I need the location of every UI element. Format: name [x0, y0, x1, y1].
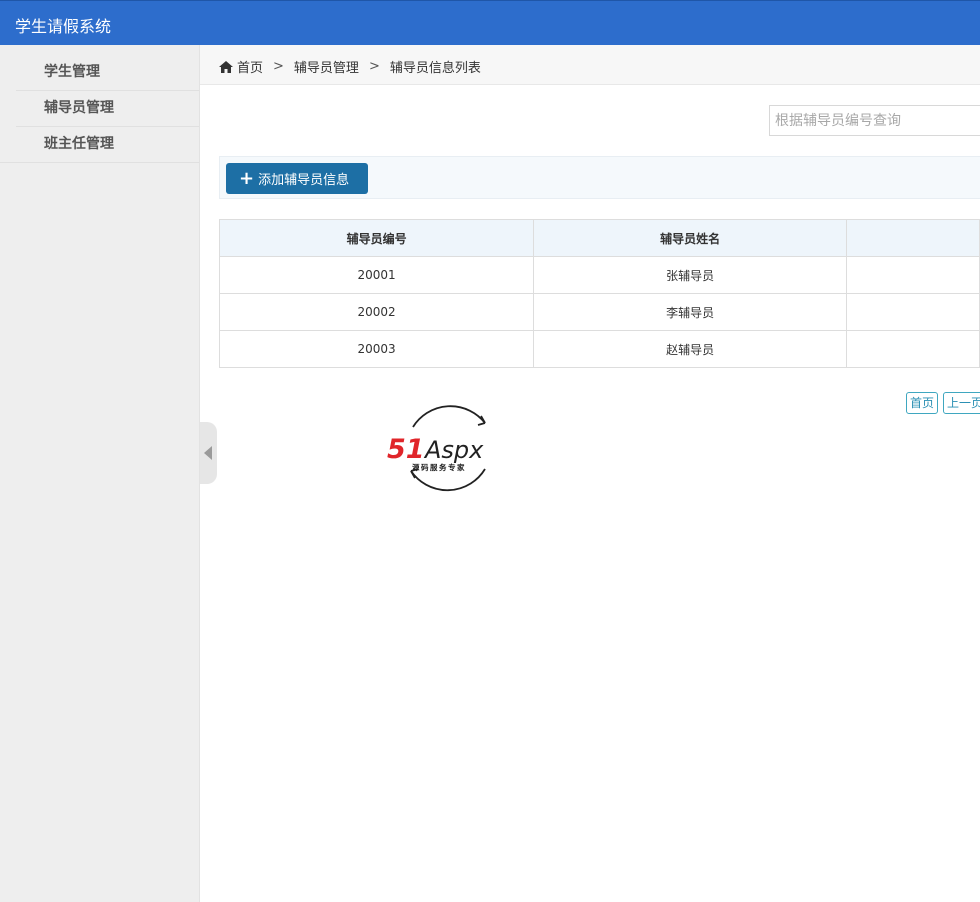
svg-text:源码服务专家: 源码服务专家	[412, 462, 466, 472]
breadcrumb-counselor-management[interactable]: 辅导员管理	[294, 57, 359, 76]
table-row: 20001 张辅导员	[218, 256, 980, 294]
breadcrumb-separator: >	[273, 59, 284, 74]
breadcrumb: 首页 > 辅导员管理 > 辅导员信息列表	[200, 45, 980, 85]
app-title: 学生请假系统	[15, 17, 112, 36]
breadcrumb-current: 辅导员信息列表	[389, 61, 481, 76]
pager-first-button[interactable]: 首页	[906, 392, 939, 414]
home-icon	[219, 60, 233, 73]
cell-actions	[846, 330, 980, 368]
cell-id: 20001	[218, 256, 535, 294]
add-counselor-button[interactable]: + 添加辅导员信息	[226, 163, 368, 194]
sidebar-item-head-teacher[interactable]: 班主任管理	[0, 127, 199, 163]
cell-name: 赵辅导员	[533, 330, 848, 368]
top-header: 学生请假系统	[0, 0, 980, 45]
logo-51aspx: 51 Aspx 源码服务专家	[387, 405, 486, 492]
pager-prev-button[interactable]: 上一页	[943, 392, 980, 414]
cell-id: 20003	[218, 330, 535, 368]
table-row: 20003 赵辅导员	[218, 330, 980, 368]
main-content: 首页 > 辅导员管理 > 辅导员信息列表 + 添加辅导员信息 辅导员编号 辅导员…	[200, 45, 980, 902]
cell-name: 李辅导员	[533, 293, 848, 331]
breadcrumb-separator: >	[368, 59, 380, 74]
table-row: 20002 李辅导员	[218, 293, 980, 331]
sidebar-menu: 学生管理 辅导员管理 班主任管理	[0, 45, 199, 163]
cell-name: 张辅导员	[533, 256, 848, 294]
column-header-name: 辅导员姓名	[533, 219, 848, 257]
column-header-id: 辅导员编号	[218, 219, 535, 257]
cell-actions	[846, 293, 980, 331]
cell-id: 20002	[218, 293, 535, 331]
plus-icon: +	[239, 167, 255, 189]
sidebar-item-student[interactable]: 学生管理	[16, 55, 199, 91]
pagination: 首页 上一页	[906, 392, 980, 414]
search-input[interactable]	[769, 105, 980, 136]
action-toolbar: + 添加辅导员信息	[219, 156, 980, 199]
breadcrumb-home[interactable]: 首页	[237, 57, 263, 76]
table-header-row: 辅导员编号 辅导员姓名	[218, 219, 980, 257]
svg-text:Aspx: Aspx	[423, 436, 484, 464]
add-counselor-label: 添加辅导员信息	[258, 173, 350, 188]
sidebar: 学生管理 辅导员管理 班主任管理	[0, 45, 200, 902]
sidebar-item-counselor[interactable]: 辅导员管理	[16, 91, 199, 127]
column-header-actions	[846, 219, 980, 257]
cell-actions	[846, 256, 980, 294]
svg-text:51: 51	[387, 434, 425, 465]
counselor-table: 辅导员编号 辅导员姓名 20001 张辅导员 20002 李辅导员 20003 …	[218, 219, 980, 368]
